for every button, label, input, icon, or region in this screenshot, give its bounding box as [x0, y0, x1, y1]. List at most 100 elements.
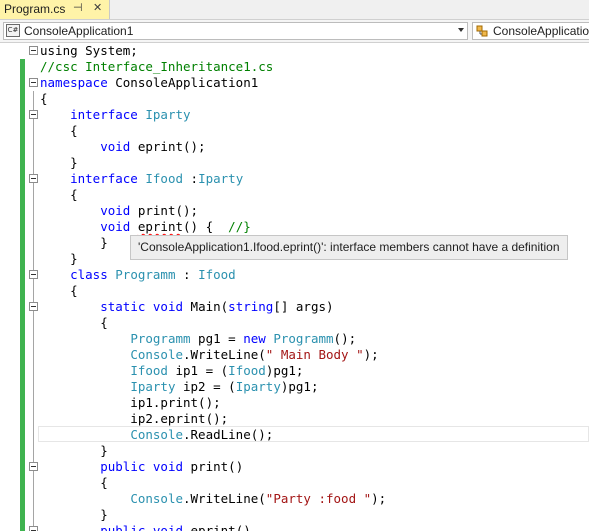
code-token: void [152, 523, 184, 531]
code-token: string [228, 299, 274, 314]
code-line[interactable]: interface Iparty [40, 107, 191, 123]
code-token: { [40, 283, 78, 298]
error-tooltip: 'ConsoleApplication1.Ifood.eprint()': in… [130, 235, 568, 260]
code-token: Iparty [145, 107, 191, 122]
code-token: " Main Body " [265, 347, 364, 362]
fold-collapse-icon[interactable] [29, 174, 38, 183]
code-line[interactable]: Console.WriteLine("Party :food "); [40, 491, 386, 507]
code-line[interactable]: } [40, 155, 78, 171]
code-token: Ifood [198, 267, 236, 282]
code-token: { [40, 91, 48, 106]
code-line[interactable]: namespace ConsoleApplication1 [40, 75, 258, 91]
code-token: "Party :food " [265, 491, 372, 506]
code-token: new [243, 331, 266, 346]
code-token: void [100, 139, 131, 154]
code-token: Programm [115, 267, 176, 282]
code-token: print() [183, 459, 244, 474]
code-line[interactable]: { [40, 91, 48, 107]
code-line[interactable]: void print(); [40, 203, 198, 219]
fold-collapse-icon[interactable] [29, 302, 38, 311]
code-token: public [100, 523, 146, 531]
code-token: { [40, 123, 78, 138]
code-token: )pg1; [280, 379, 319, 394]
code-line[interactable]: public void eprint() [40, 523, 251, 531]
code-token: [] args) [273, 299, 334, 314]
code-token: eprint(); [130, 139, 206, 154]
code-token: void [152, 459, 184, 474]
code-token: print(); [130, 203, 199, 218]
code-line[interactable]: interface Ifood :Iparty [40, 171, 243, 187]
code-token: )pg1; [265, 363, 304, 378]
code-line[interactable]: class Programm : Ifood [40, 267, 236, 283]
code-line[interactable]: void eprint() { //} [40, 219, 251, 235]
code-line[interactable]: { [40, 123, 78, 139]
chevron-down-icon[interactable] [458, 28, 464, 32]
code-line[interactable]: Console.WriteLine(" Main Body "); [40, 347, 379, 363]
code-line[interactable]: ip2.eprint(); [40, 411, 228, 427]
code-token: Ifood [130, 363, 168, 378]
fold-collapse-icon[interactable] [29, 526, 38, 531]
code-line[interactable]: } [40, 443, 108, 459]
code-line[interactable]: //csc Interface_Inheritance1.cs [40, 59, 273, 75]
code-token: interface [40, 107, 138, 122]
code-token: .WriteLine( [183, 491, 266, 506]
code-line[interactable]: { [40, 187, 78, 203]
code-line[interactable]: public void print() [40, 459, 243, 475]
code-line[interactable]: ip1.print(); [40, 395, 220, 411]
class-icon [476, 25, 488, 37]
fold-collapse-icon[interactable] [29, 462, 38, 471]
code-line[interactable]: Ifood ip1 = (Ifood)pg1; [40, 363, 303, 379]
fold-collapse-icon[interactable] [29, 46, 38, 55]
code-editor[interactable]: using System;//csc Interface_Inheritance… [0, 43, 589, 531]
code-token: Iparty [235, 379, 281, 394]
pin-icon[interactable]: ⊣ [73, 1, 83, 14]
code-line[interactable]: using System; [40, 43, 138, 59]
code-line[interactable]: Iparty ip2 = (Iparty)pg1; [40, 379, 318, 395]
code-line[interactable]: Console.ReadLine(); [40, 427, 273, 443]
fold-collapse-icon[interactable] [29, 110, 38, 119]
code-line[interactable]: { [40, 283, 78, 299]
code-token: interface [40, 171, 138, 186]
tab-program-cs[interactable]: Program.cs ⊣ ✕ [0, 0, 110, 19]
code-token: eprint [137, 219, 184, 234]
code-token: Main( [183, 299, 229, 314]
code-token: void [100, 203, 131, 218]
code-line[interactable]: } [40, 507, 108, 523]
code-token: ); [363, 347, 379, 362]
code-token: Ifood [228, 363, 266, 378]
code-line[interactable]: } [40, 235, 108, 251]
code-line[interactable]: { [40, 315, 108, 331]
code-line[interactable]: Programm pg1 = new Programm(); [40, 331, 356, 347]
code-token: (); [333, 331, 357, 346]
fold-collapse-icon[interactable] [29, 78, 38, 87]
project-dropdown[interactable]: C# ConsoleApplication1 [3, 22, 468, 40]
code-line[interactable]: } [40, 251, 78, 267]
member-dropdown[interactable]: ConsoleApplication1 [472, 22, 589, 40]
code-token: Programm [130, 331, 191, 346]
code-token: ip2.eprint(); [40, 411, 229, 426]
document-tab-strip: Program.cs ⊣ ✕ [0, 0, 589, 19]
fold-collapse-icon[interactable] [29, 270, 38, 279]
code-token: void [100, 219, 131, 234]
code-token: ); [371, 491, 387, 506]
code-token: ConsoleApplication1 [107, 75, 259, 90]
code-token: Console [130, 427, 183, 442]
close-icon[interactable]: ✕ [93, 1, 102, 14]
code-line[interactable]: static void Main(string[] args) [40, 299, 334, 315]
code-line[interactable]: void eprint(); [40, 139, 206, 155]
member-dropdown-label: ConsoleApplication1 [493, 24, 589, 38]
code-line[interactable]: { [40, 475, 108, 491]
project-dropdown-label: ConsoleApplication1 [24, 24, 134, 38]
